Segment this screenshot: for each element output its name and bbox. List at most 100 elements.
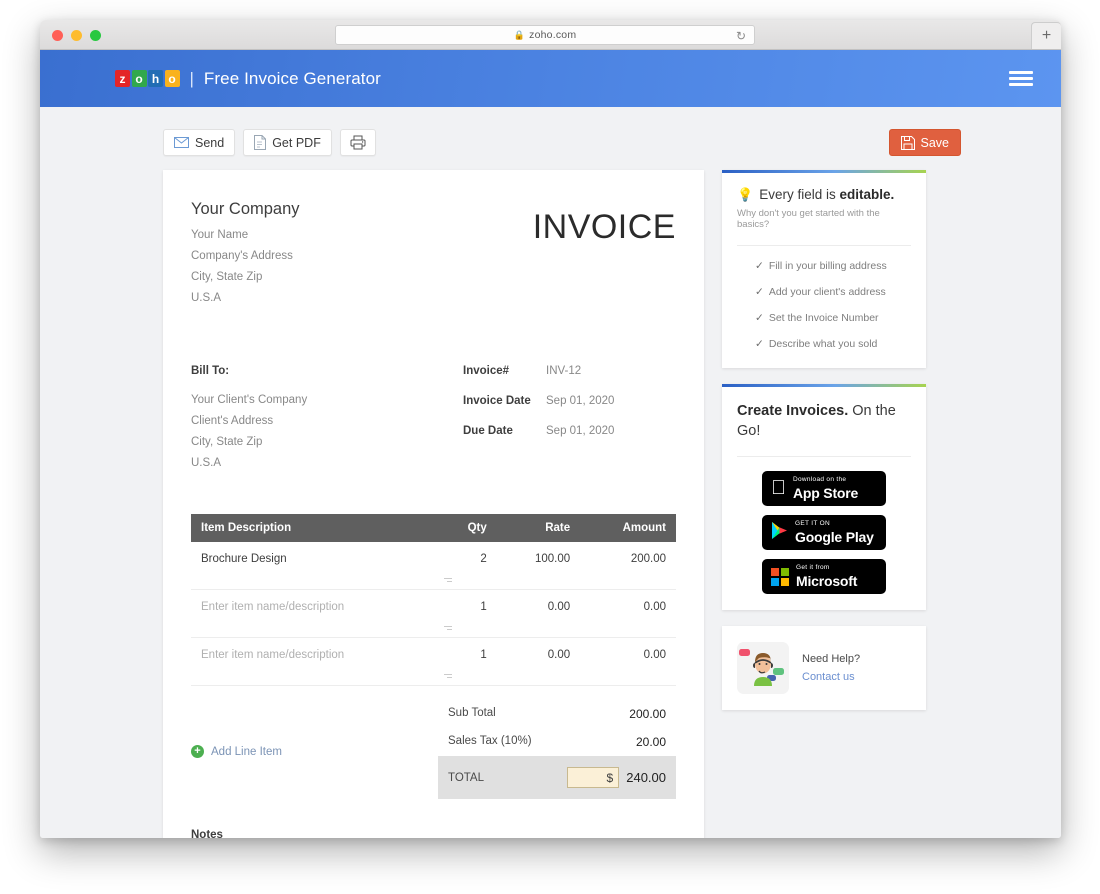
url-text: 🔒 zoho.com [514, 29, 577, 41]
brand[interactable]: z o h o | Free Invoice Generator [115, 69, 381, 89]
meta-label-invoice-date: Invoice Date [463, 395, 531, 407]
company-line-1[interactable]: Your Name [191, 229, 300, 241]
company-line-4[interactable]: U.S.A [191, 292, 300, 304]
hamburger-bar-2 [1009, 77, 1033, 80]
line-items-head: Item Description Qty Rate Amount [191, 514, 676, 542]
item-description-input-3[interactable]: Enter item name/description [191, 637, 452, 686]
item-qty-input-2[interactable]: 1 [437, 589, 497, 638]
company-line-3[interactable]: City, State Zip [191, 271, 300, 283]
item-description-input-2[interactable]: Enter item name/description [191, 589, 452, 638]
support-agent-avatar [737, 642, 789, 694]
app-store-badge[interactable]:  Download on the App Store [762, 471, 886, 506]
company-line-2[interactable]: Company's Address [191, 250, 300, 262]
google-play-badge[interactable]: GET IT ON Google Play [762, 515, 886, 550]
grand-total-value: 240.00 [626, 770, 666, 785]
hamburger-bar-3 [1009, 83, 1033, 86]
invoice-header: Your Company Your Name Company's Address… [191, 200, 676, 313]
logo-letter-z: z [115, 70, 130, 87]
hamburger-bar-1 [1009, 71, 1033, 74]
screenshot-root: 🔒 zoho.com ↻ + z o h o | Free Invoice Gen… [0, 0, 1100, 894]
minimize-window-button[interactable] [71, 30, 82, 41]
client-line-4[interactable]: U.S.A [191, 457, 463, 469]
invoice-parties: Bill To: Your Client's Company Client's … [191, 365, 676, 478]
bill-to-label: Bill To: [191, 365, 230, 377]
logo-letter-o2: o [164, 70, 180, 87]
col-header-amount: Amount [580, 514, 676, 542]
grand-total-label: TOTAL [448, 771, 484, 784]
item-rate-input-1[interactable]: 100.00 [496, 542, 581, 590]
hamburger-menu-icon[interactable] [1009, 71, 1033, 86]
company-block: Your Company Your Name Company's Address… [191, 200, 300, 313]
totals-section: + Add Line Item Sub Total 200.00 Sales T… [191, 700, 676, 799]
apple-icon:  [771, 478, 786, 498]
invoice-doc-title: INVOICE [532, 208, 676, 246]
microsoft-big-label: Microsoft [796, 572, 858, 589]
tips-card: 💡 Every field is editable. Why don't you… [722, 170, 926, 368]
item-description-input-1[interactable]: Brochure Design [191, 542, 452, 590]
table-row: Enter item name/description 1 0.00 0.00 [191, 637, 676, 686]
tip-item-3: ✓ Set the Invoice Number [755, 312, 911, 324]
item-rate-input-3[interactable]: 0.00 [496, 637, 581, 686]
plus-circle-icon: + [191, 745, 204, 758]
zoho-logo-icon: z o h o [115, 70, 180, 87]
save-button[interactable]: Save [888, 129, 961, 156]
tip-label-3: Set the Invoice Number [768, 312, 879, 324]
microsoft-icon [771, 567, 789, 586]
promo-card-title: Create Invoices. On the Go! [737, 401, 911, 441]
add-line-item-button[interactable]: + Add Line Item [191, 700, 438, 799]
store-badges:  Download on the App Store [737, 471, 911, 594]
main-columns: Your Company Your Name Company's Address… [40, 170, 1061, 838]
tips-title-bold: editable. [839, 187, 895, 202]
microsoft-text: Get it from Microsoft [796, 565, 857, 588]
help-text: Need Help? Contact us [802, 653, 860, 683]
tip-label-1: Fill in your billing address [768, 260, 887, 272]
google-play-icon [771, 521, 788, 545]
sales-tax-row: Sales Tax (10%) 20.00 [438, 728, 676, 756]
invoice-meta-block: Invoice# INV-12 Invoice Date Sep 01, 202… [463, 365, 676, 478]
check-icon: ✓ [755, 286, 764, 298]
client-line-2[interactable]: Client's Address [191, 415, 463, 427]
address-bar[interactable]: 🔒 zoho.com ↻ [335, 25, 755, 45]
totals-list: Sub Total 200.00 Sales Tax (10%) 20.00 T… [438, 700, 676, 799]
check-icon: ✓ [755, 338, 764, 350]
meta-value-due-date[interactable]: Sep 01, 2020 [546, 425, 614, 437]
new-tab-button[interactable]: + [1031, 22, 1061, 49]
window-traffic-lights [52, 30, 101, 41]
close-window-button[interactable] [52, 30, 63, 41]
tips-card-subtitle: Why don't you get started with the basic… [737, 208, 880, 230]
app-body: Send Get PDF Save Your Company Your Name… [40, 107, 1061, 838]
currency-selector[interactable]: $ [567, 767, 620, 788]
app-title: Free Invoice Generator [203, 68, 381, 88]
table-row: Enter item name/description 1 0.00 0.00 [191, 589, 676, 638]
meta-row-due-date: Due Date Sep 01, 2020 [463, 425, 676, 437]
client-line-1[interactable]: Your Client's Company [191, 394, 463, 406]
save-button-label: Save [920, 135, 950, 150]
lightbulb-icon: 💡 [737, 187, 754, 202]
maximize-window-button[interactable] [90, 30, 101, 41]
logo-letter-o1: o [131, 70, 147, 87]
google-play-big-label: Google Play [795, 528, 874, 545]
meta-value-invoice-number[interactable]: INV-12 [546, 365, 581, 377]
tip-item-4: ✓ Describe what you sold [755, 338, 911, 350]
microsoft-store-badge[interactable]: Get it from Microsoft [762, 559, 886, 594]
item-rate-input-2[interactable]: 0.00 [496, 589, 581, 638]
company-name-field[interactable]: Your Company [191, 200, 300, 219]
item-qty-input-1[interactable]: 2 [437, 542, 497, 590]
printer-icon [350, 135, 366, 150]
reload-icon[interactable]: ↻ [736, 29, 746, 43]
send-button[interactable]: Send [163, 129, 236, 156]
pdf-document-icon [254, 135, 267, 150]
check-icon: ✓ [755, 260, 764, 272]
client-line-3[interactable]: City, State Zip [191, 436, 463, 448]
divider [737, 456, 911, 457]
promo-card: Create Invoices. On the Go!  Download o… [722, 384, 926, 610]
meta-value-invoice-date[interactable]: Sep 01, 2020 [546, 395, 614, 407]
contact-us-link[interactable]: Contact us [802, 671, 860, 683]
sales-tax-label[interactable]: Sales Tax (10%) [448, 735, 532, 749]
notes-label: Notes [191, 829, 223, 838]
check-icon: ✓ [755, 312, 764, 324]
print-button[interactable] [339, 129, 376, 156]
app-store-text: Download on the App Store [793, 477, 858, 500]
get-pdf-button[interactable]: Get PDF [243, 129, 332, 156]
item-qty-input-3[interactable]: 1 [437, 637, 497, 686]
